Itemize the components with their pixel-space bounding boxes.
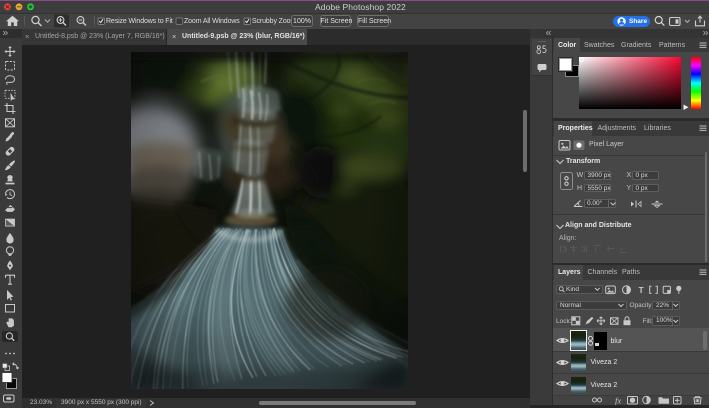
svg-text:T: T (639, 285, 645, 295)
svg-text:fx: fx (615, 395, 621, 405)
